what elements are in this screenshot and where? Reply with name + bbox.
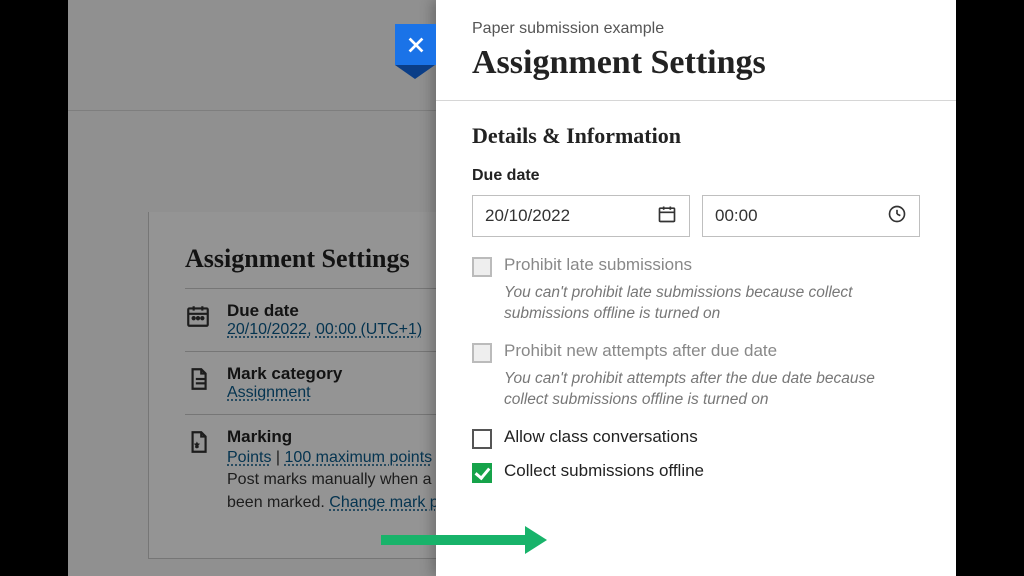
close-button[interactable]: [395, 24, 436, 65]
collect-offline-block: Collect submissions offline: [472, 461, 920, 483]
allow-conv-block: Allow class conversations: [472, 427, 920, 449]
close-icon: [405, 34, 427, 56]
prohibit-late-block: Prohibit late submissions You can't proh…: [472, 255, 920, 325]
section-heading: Details & Information: [472, 123, 920, 149]
clock-icon: [887, 204, 907, 229]
calendar-icon: [657, 204, 677, 229]
due-date-label: Due date: [472, 167, 920, 185]
prohibit-late-checkbox: [472, 257, 492, 277]
prohibit-new-block: Prohibit new attempts after due date You…: [472, 341, 920, 411]
panel-body: Details & Information Due date 20/10/202…: [436, 101, 956, 499]
settings-panel: Paper submission example Assignment Sett…: [436, 0, 956, 576]
prohibit-new-hint: You can't prohibit attempts after the du…: [472, 369, 920, 411]
due-time-value: 00:00: [715, 206, 758, 226]
collect-offline-label: Collect submissions offline: [504, 461, 704, 481]
prohibit-new-label: Prohibit new attempts after due date: [504, 341, 777, 361]
allow-conversations-checkbox[interactable]: [472, 429, 492, 449]
panel-title: Assignment Settings: [472, 44, 920, 82]
due-date-value: 20/10/2022: [485, 206, 570, 226]
app-stage: Assignment Settings Due date 20/10/2022,…: [68, 0, 956, 576]
allow-conversations-label: Allow class conversations: [504, 427, 698, 447]
due-time-input[interactable]: 00:00: [702, 195, 920, 237]
prohibit-new-checkbox: [472, 343, 492, 363]
prohibit-late-hint: You can't prohibit late submissions beca…: [472, 283, 920, 325]
panel-pretitle: Paper submission example: [472, 20, 920, 38]
due-date-input[interactable]: 20/10/2022: [472, 195, 690, 237]
prohibit-late-label: Prohibit late submissions: [504, 255, 692, 275]
panel-header: Paper submission example Assignment Sett…: [436, 0, 956, 101]
collect-offline-checkbox[interactable]: [472, 463, 492, 483]
